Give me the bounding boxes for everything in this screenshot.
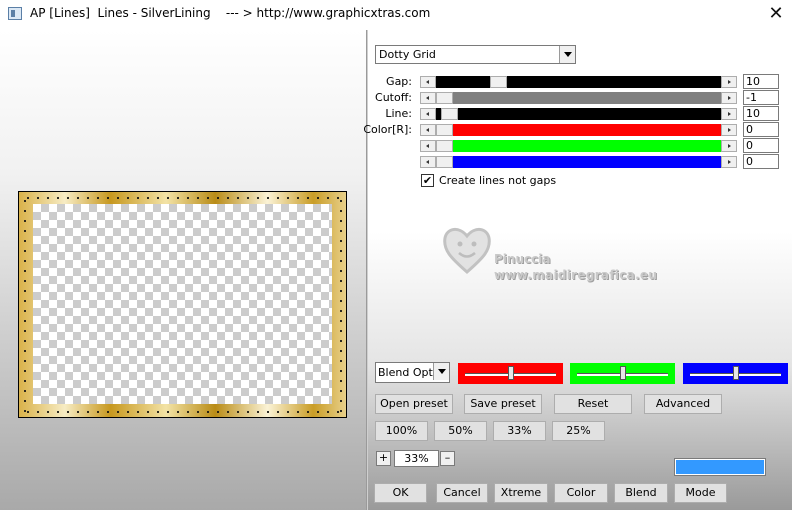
slider-track[interactable] (436, 108, 721, 120)
slider-value-field[interactable]: 10 (743, 74, 779, 89)
slider-label: Line: (385, 107, 412, 120)
dotted-grid-line (23, 193, 341, 202)
zoom-out-button[interactable]: – (440, 451, 455, 466)
preset-dropdown[interactable]: Dotty Grid (375, 45, 576, 64)
slider-track[interactable] (436, 76, 721, 88)
open-preset-button[interactable]: Open preset (375, 394, 453, 414)
slider-value-field[interactable]: -1 (743, 90, 779, 105)
blend-channel-slider[interactable] (683, 363, 788, 384)
slider-track[interactable] (436, 124, 721, 136)
dotted-grid-line (336, 196, 345, 414)
color-swatch[interactable] (674, 458, 766, 476)
slider-label: Cutoff: (375, 91, 412, 104)
watermark-url: www.maidiregrafica.eu (494, 268, 658, 282)
watermark: Pinuccia www.maidiregrafica.eu (436, 222, 666, 292)
chevron-left-icon[interactable] (420, 108, 436, 120)
zoom-100--button[interactable]: 100% (375, 421, 428, 441)
slider[interactable] (420, 108, 737, 120)
chevron-right-icon[interactable] (721, 76, 737, 88)
slider-value-field[interactable]: 0 (743, 154, 779, 169)
advanced-button[interactable]: Advanced (644, 394, 722, 414)
blend-channel-slider[interactable] (570, 363, 675, 384)
slider[interactable] (420, 92, 737, 104)
zoom-level-field[interactable]: 33% (394, 450, 439, 467)
blend-button[interactable]: Blend (614, 483, 668, 503)
blend-options-value: Blend Options (378, 366, 434, 379)
chevron-right-icon[interactable] (721, 92, 737, 104)
chevron-down-icon[interactable] (433, 363, 449, 380)
heart-logo-icon (443, 228, 491, 274)
slider-label: Gap: (386, 75, 412, 88)
color-button[interactable]: Color (554, 483, 608, 503)
slider-thumb[interactable] (620, 366, 626, 380)
ok-button[interactable]: OK (374, 483, 427, 503)
blend-channel-slider[interactable] (458, 363, 563, 384)
slider-track[interactable] (436, 92, 721, 104)
mode-button[interactable]: Mode (674, 483, 727, 503)
slider-thumb[interactable] (490, 76, 507, 88)
preview-pane (0, 30, 366, 510)
watermark-name: Pinuccia (494, 252, 551, 266)
slider[interactable] (420, 124, 737, 136)
app-icon (8, 7, 22, 20)
slider-thumb[interactable] (436, 124, 453, 136)
window-title: AP [Lines] Lines - SilverLining --- > ht… (30, 6, 431, 20)
chevron-left-icon[interactable] (420, 92, 436, 104)
slider-value-field[interactable]: 0 (743, 122, 779, 137)
dotted-grid-line (20, 196, 29, 414)
close-button[interactable]: ✕ (760, 0, 792, 28)
slider-thumb[interactable] (436, 92, 453, 104)
dotted-grid-line (23, 407, 341, 416)
slider-thumb[interactable] (436, 156, 453, 168)
chevron-left-icon[interactable] (420, 124, 436, 136)
chevron-left-icon[interactable] (420, 156, 436, 168)
chevron-down-icon[interactable] (559, 46, 575, 63)
title-bar: AP [Lines] Lines - SilverLining --- > ht… (0, 0, 792, 30)
xtreme-button[interactable]: Xtreme (494, 483, 548, 503)
blend-options-dropdown[interactable]: Blend Options (375, 362, 450, 383)
zoom-50--button[interactable]: 50% (434, 421, 487, 441)
chevron-left-icon[interactable] (420, 140, 436, 152)
save-preset-button[interactable]: Save preset (464, 394, 542, 414)
transparency-checkerboard (33, 204, 332, 404)
chevron-right-icon[interactable] (721, 156, 737, 168)
chevron-left-icon[interactable] (420, 76, 436, 88)
slider-track[interactable] (436, 140, 721, 152)
chevron-right-icon[interactable] (721, 140, 737, 152)
chevron-right-icon[interactable] (721, 124, 737, 136)
zoom-25--button[interactable]: 25% (552, 421, 605, 441)
cancel-button[interactable]: Cancel (436, 483, 488, 503)
slider[interactable] (420, 76, 737, 88)
slider[interactable] (420, 156, 737, 168)
chevron-right-icon[interactable] (721, 108, 737, 120)
slider-track[interactable] (436, 156, 721, 168)
reset-button[interactable]: Reset (554, 394, 632, 414)
slider[interactable] (420, 140, 737, 152)
slider-thumb[interactable] (733, 366, 739, 380)
slider-thumb[interactable] (441, 108, 458, 120)
zoom-33--button[interactable]: 33% (493, 421, 546, 441)
slider-thumb[interactable] (436, 140, 453, 152)
preset-dropdown-value: Dotty Grid (379, 48, 436, 61)
create-lines-label: Create lines not gaps (439, 174, 557, 187)
zoom-in-button[interactable]: + (376, 451, 391, 466)
preview-image[interactable] (18, 191, 347, 418)
slider-value-field[interactable]: 10 (743, 106, 779, 121)
slider-thumb[interactable] (508, 366, 514, 380)
create-lines-checkbox[interactable]: ✔ (421, 174, 434, 187)
slider-value-field[interactable]: 0 (743, 138, 779, 153)
slider-label: Color[R]: (363, 123, 412, 136)
